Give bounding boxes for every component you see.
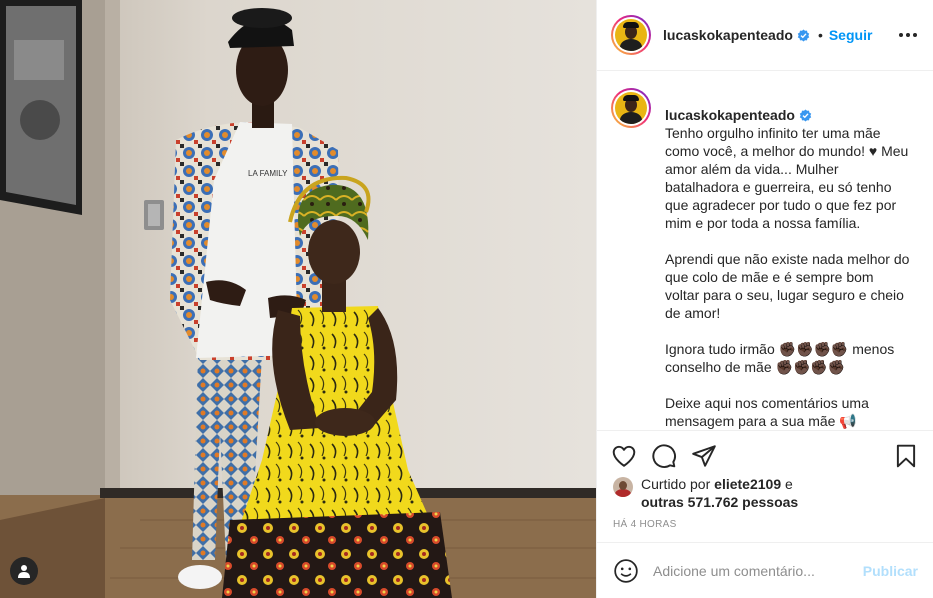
post-photo-illustration: LA FAMILY — [0, 0, 596, 598]
likes-text: Curtido por eliete2109 e outras 571.762 … — [641, 475, 798, 515]
post-timestamp[interactable]: HÁ 4 HORAS — [613, 519, 677, 530]
post-header: lucaskokapenteado • Seguir — [597, 0, 933, 71]
post-photo[interactable]: LA FAMILY — [0, 0, 596, 598]
liker-username[interactable]: eliete2109 — [714, 476, 781, 492]
comment-input[interactable] — [653, 562, 843, 579]
follow-separator: • — [817, 27, 823, 43]
caption-paragraph: Aprendi que não existe nada melhor do qu… — [665, 251, 910, 321]
likes-prefix: Curtido por — [641, 476, 711, 492]
post-side-panel: lucaskokapenteado • Seguir lucaskokapent… — [596, 0, 933, 598]
likes-others-link[interactable]: outras 571.762 pessoas — [641, 494, 798, 510]
author-username[interactable]: lucaskokapenteado — [663, 27, 793, 43]
action-bar — [597, 430, 933, 476]
publish-button[interactable]: Publicar — [863, 563, 918, 579]
verified-badge-icon — [797, 29, 810, 42]
follow-button[interactable]: Seguir — [829, 27, 873, 43]
caption-text: lucaskokapenteado Tenho orgulho infinito… — [665, 88, 910, 430]
verified-badge-icon — [799, 109, 812, 122]
caption-paragraph: Deixe aqui nos comentários uma mensagem … — [665, 395, 869, 429]
comment-bar: Publicar — [597, 542, 933, 598]
caption-paragraph: Ignora tudo irmão ✊🏿✊🏿✊🏿✊🏿 menos conselh… — [665, 341, 895, 375]
likes-joiner: e — [785, 476, 793, 492]
caption-section: lucaskokapenteado Tenho orgulho infinito… — [597, 72, 933, 430]
likes-summary: Curtido por eliete2109 e outras 571.762 … — [613, 475, 923, 515]
caption-username[interactable]: lucaskokapenteado — [665, 107, 795, 123]
author-avatar[interactable] — [611, 15, 651, 55]
liker-avatar[interactable] — [613, 477, 633, 497]
share-icon[interactable] — [691, 443, 717, 469]
emoji-icon[interactable] — [613, 558, 639, 584]
svg-text:LA FAMILY: LA FAMILY — [248, 169, 288, 178]
caption-author-avatar[interactable] — [611, 88, 651, 128]
caption-paragraph: Tenho orgulho infinito ter uma mãe como … — [665, 125, 909, 231]
bookmark-icon[interactable] — [893, 443, 919, 469]
user-tag-icon[interactable] — [10, 557, 38, 585]
comment-icon[interactable] — [651, 443, 677, 469]
more-options-icon[interactable] — [896, 26, 920, 44]
heart-icon[interactable] — [611, 443, 637, 469]
